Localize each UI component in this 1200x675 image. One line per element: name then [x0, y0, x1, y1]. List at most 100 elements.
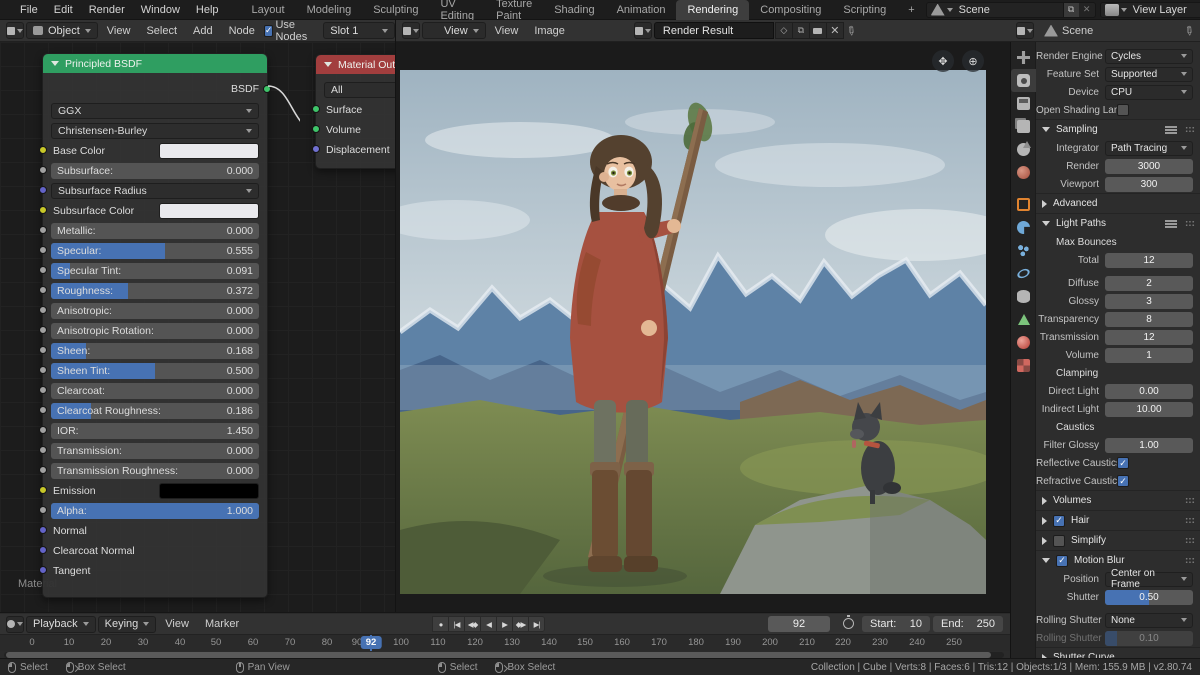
slot-dropdown[interactable]: Slot 1 — [323, 22, 395, 39]
workspace-tab[interactable]: Modeling — [296, 0, 363, 20]
bsdf-output-socket[interactable] — [263, 85, 271, 93]
hair-checkbox[interactable]: ✓ — [1053, 515, 1065, 527]
menu-image[interactable]: Image — [527, 25, 572, 37]
properties-tab[interactable] — [1011, 138, 1036, 161]
node-param-row[interactable]: Clearcoat Roughness: Clearcoat Roughness… — [51, 403, 259, 419]
workspace-tab[interactable]: Sculpting — [362, 0, 429, 20]
sampling-section-header[interactable]: Sampling — [1036, 119, 1200, 139]
render-samples-field[interactable]: 3000 — [1105, 159, 1193, 174]
properties-tab[interactable] — [1011, 46, 1036, 69]
editor-type-icon[interactable] — [402, 22, 420, 39]
playhead-frame-badge[interactable]: 92 — [361, 636, 382, 649]
node-param-row[interactable]: Anisotropic: Anisotropic: Anisotropic:0.… — [51, 303, 259, 319]
menu-item[interactable]: Help — [188, 4, 227, 16]
integrator-dropdown[interactable]: Path Tracing — [1105, 141, 1193, 156]
caustics-subsection[interactable]: Caustics — [1036, 418, 1200, 436]
pin-icon[interactable]: ✎ — [1181, 22, 1198, 39]
pan-view-button[interactable]: ✥ — [932, 50, 954, 72]
pin-icon[interactable]: ✎ — [843, 22, 860, 39]
input-socket[interactable] — [312, 145, 320, 153]
workspace-tab[interactable]: + — [897, 0, 925, 20]
motion-blur-checkbox[interactable]: ✓ — [1056, 555, 1068, 567]
volume-bounces-field[interactable]: 1 — [1105, 348, 1193, 363]
input-socket[interactable] — [39, 366, 47, 374]
collapse-icon[interactable] — [51, 61, 59, 66]
playback-button[interactable]: ◆▶ — [512, 616, 529, 632]
param-slider[interactable]: Roughness:0.372 — [51, 283, 259, 299]
menu-view[interactable]: View — [158, 618, 196, 630]
menu-view[interactable]: View — [100, 25, 138, 37]
editor-type-icon[interactable] — [6, 616, 24, 633]
indirect-light-field[interactable]: 10.00 — [1105, 402, 1193, 417]
simplify-section-header[interactable]: Simplify — [1036, 530, 1200, 550]
menu-item[interactable]: Render — [81, 4, 133, 16]
properties-tab[interactable] — [1011, 161, 1036, 184]
menu-item[interactable]: Window — [133, 4, 188, 16]
param-slider[interactable]: Anisotropic Rotation:0.000 — [51, 323, 259, 339]
node-param-row[interactable]: IOR: IOR: IOR:1.450 — [51, 423, 259, 439]
node-param-row[interactable]: GGX GGX GGX — [51, 103, 259, 119]
node-param-row[interactable]: Volume Volume — [324, 122, 396, 138]
duplicate-icon[interactable]: ⧉ — [792, 22, 810, 39]
input-socket[interactable] — [39, 426, 47, 434]
position-dropdown[interactable]: Center on Frame — [1105, 572, 1193, 587]
device-dropdown[interactable]: CPU — [1105, 85, 1193, 100]
menu-item[interactable]: File — [12, 4, 46, 16]
transparency-bounces-field[interactable]: 8 — [1105, 312, 1193, 327]
workspace-tab[interactable]: Animation — [606, 0, 677, 20]
input-socket[interactable] — [39, 226, 47, 234]
input-socket[interactable] — [39, 406, 47, 414]
param-slider[interactable]: Alpha:1.000 — [51, 503, 259, 519]
properties-tab[interactable] — [1011, 285, 1036, 308]
node-param-row[interactable]: Clearcoat: Clearcoat: Clearcoat:0.000 — [51, 383, 259, 399]
properties-tab[interactable] — [1011, 193, 1036, 216]
node-param-row[interactable]: Surface Surface — [324, 102, 396, 118]
feature-set-dropdown[interactable]: Supported — [1105, 67, 1193, 82]
param-slider[interactable]: Clearcoat Roughness:0.186 — [51, 403, 259, 419]
presets-icon[interactable] — [1165, 126, 1177, 134]
input-socket[interactable] — [39, 466, 47, 474]
workspace-tab[interactable]: Texture Paint — [485, 0, 543, 20]
clamping-subsection[interactable]: Clamping — [1036, 364, 1200, 382]
param-dropdown[interactable]: Subsurface Radius — [51, 183, 259, 199]
hair-section-header[interactable]: ✓ Hair — [1036, 510, 1200, 530]
light-paths-section-header[interactable]: Light Paths — [1036, 213, 1200, 233]
input-socket[interactable] — [39, 346, 47, 354]
color-swatch[interactable] — [159, 483, 259, 499]
render-result-image[interactable] — [400, 70, 986, 594]
fake-user-shield-icon[interactable]: ◇ — [775, 22, 793, 39]
properties-tab[interactable] — [1011, 69, 1036, 92]
param-slider[interactable]: Subsurface:0.000 — [51, 163, 259, 179]
new-scene-button[interactable]: ⧉ — [1063, 3, 1079, 17]
simplify-checkbox[interactable] — [1053, 535, 1065, 547]
workspace-tab[interactable]: Scripting — [832, 0, 897, 20]
direct-light-field[interactable]: 0.00 — [1105, 384, 1193, 399]
properties-tab[interactable] — [1011, 115, 1036, 138]
drag-dots-icon[interactable] — [1185, 497, 1195, 504]
drag-dots-icon[interactable] — [1185, 517, 1195, 524]
param-slider[interactable]: Sheen Tint:0.500 — [51, 363, 259, 379]
node-param-row[interactable]: Anisotropic Rotation: Anisotropic Rotati… — [51, 323, 259, 339]
param-slider[interactable]: Clearcoat:0.000 — [51, 383, 259, 399]
menu-select[interactable]: Select — [139, 25, 184, 37]
transmission-bounces-field[interactable]: 12 — [1105, 330, 1193, 345]
color-swatch[interactable] — [159, 203, 259, 219]
refractive-caustics-checkbox[interactable]: ✓ — [1117, 475, 1129, 487]
input-socket[interactable] — [312, 125, 320, 133]
material-output-node[interactable]: Material Output All All Surface — [315, 54, 396, 169]
input-socket[interactable] — [39, 546, 47, 554]
shader-mode-dropdown[interactable]: Object — [26, 22, 98, 39]
collapse-icon[interactable] — [324, 62, 332, 67]
close-icon[interactable]: ✕ — [1079, 3, 1095, 17]
drag-dots-icon[interactable] — [1185, 220, 1195, 227]
menu-add[interactable]: Add — [186, 25, 220, 37]
input-socket[interactable] — [39, 326, 47, 334]
bsdf-node-header[interactable]: Principled BSDF — [43, 54, 267, 73]
node-param-row[interactable]: Normal Normal Normal — [51, 523, 259, 539]
shutter-curve-section-header[interactable]: Shutter Curve — [1036, 647, 1200, 658]
menu-marker[interactable]: Marker — [198, 618, 246, 630]
max-bounces-subsection[interactable]: Max Bounces — [1036, 233, 1200, 251]
color-swatch[interactable] — [159, 143, 259, 159]
viewport-samples-field[interactable]: 300 — [1105, 177, 1193, 192]
use-nodes-checkbox[interactable]: ✓ — [264, 25, 274, 37]
